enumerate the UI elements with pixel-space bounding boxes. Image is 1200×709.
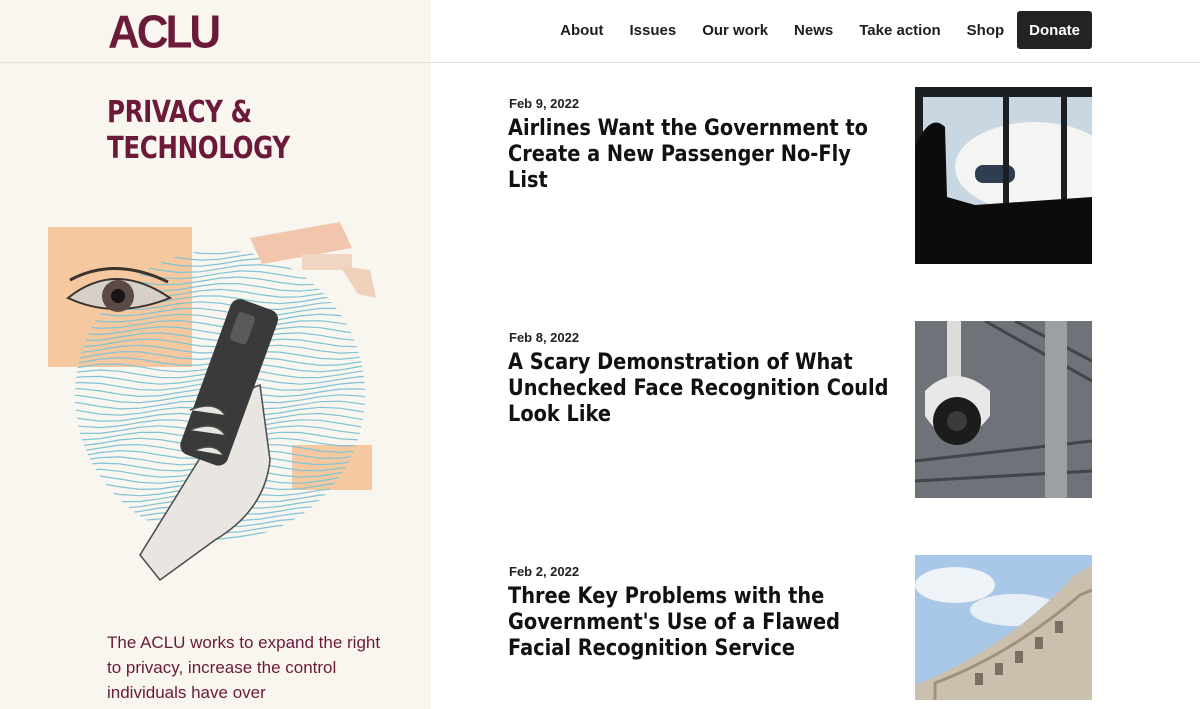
article-date: Feb 9, 2022 (509, 96, 580, 111)
nav-about[interactable]: About (560, 22, 603, 39)
nav-issues[interactable]: Issues (629, 22, 676, 39)
article-title-link[interactable]: Airlines Want the Government to Create a… (508, 116, 895, 194)
security-camera-photo[interactable] (915, 321, 1092, 498)
page-title-line2: TECHNOLOGY (107, 131, 290, 166)
sidebar-intro-text: The ACLU works to expand the right to pr… (107, 633, 381, 702)
donate-button[interactable]: Donate (1017, 11, 1092, 49)
article-item: Feb 2, 2022 Three Key Problems with the … (508, 555, 1092, 709)
nav-news[interactable]: News (794, 22, 833, 39)
hero-collage-illustration (40, 210, 390, 590)
article-item: Feb 9, 2022 Airlines Want the Government… (508, 87, 1092, 273)
page-title: PRIVACY & TECHNOLOGY (107, 95, 312, 167)
airport-window-photo[interactable] (915, 87, 1092, 264)
header-divider (0, 62, 1200, 63)
article-date: Feb 8, 2022 (509, 330, 580, 345)
government-building-photo[interactable] (915, 555, 1092, 709)
nav-take-action[interactable]: Take action (859, 22, 940, 39)
main-nav: About Issues Our work News Take action S… (534, 11, 1092, 49)
cctv-camera-icon (250, 222, 376, 298)
page-title-line1: PRIVACY & (107, 95, 252, 130)
nav-our-work[interactable]: Our work (702, 22, 768, 39)
article-date: Feb 2, 2022 (509, 564, 580, 579)
article-item: Feb 8, 2022 A Scary Demonstration of Wha… (508, 321, 1092, 507)
aclu-logo[interactable]: ACLU (108, 7, 221, 60)
article-title-link[interactable]: A Scary Demonstration of What Unchecked … (508, 350, 895, 428)
nav-shop[interactable]: Shop (967, 22, 1005, 39)
article-title-link[interactable]: Three Key Problems with the Government's… (508, 584, 895, 662)
